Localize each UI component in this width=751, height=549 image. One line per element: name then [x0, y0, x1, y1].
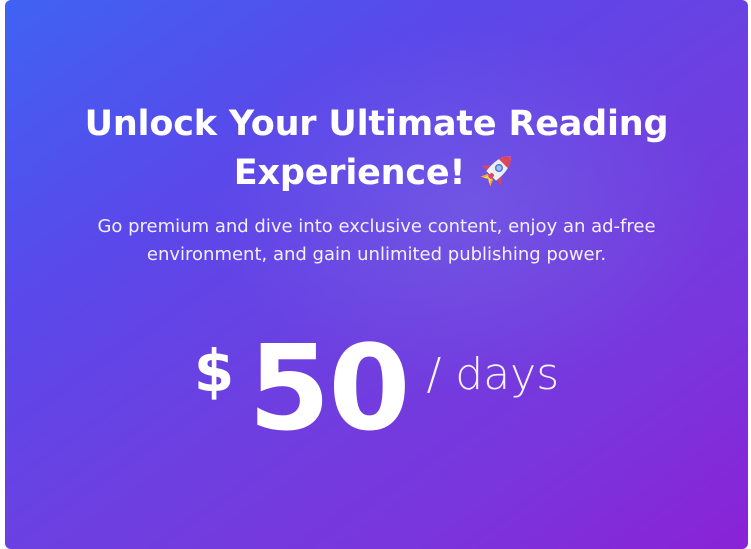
premium-offer-card: Unlock Your Ultimate Reading Experience! [5, 0, 748, 549]
price-display: $50 / days [5, 318, 748, 458]
price-period: / days [426, 349, 560, 400]
headline-line-2-text: Experience! [233, 153, 466, 193]
subtitle-line-1: Go premium and dive into exclusive conte… [97, 216, 656, 237]
subtitle: Go premium and dive into exclusive conte… [65, 213, 688, 269]
page-frame: Unlock Your Ultimate Reading Experience! [0, 0, 751, 549]
price-currency: $ [193, 337, 235, 405]
price-amount: 50 [248, 319, 410, 457]
headline-line-1: Unlock Your Ultimate Reading [84, 104, 669, 144]
rocket-icon [480, 156, 511, 187]
headline-line-2: Experience! [5, 148, 748, 197]
subtitle-line-2: environment, and gain unlimited publishi… [146, 244, 607, 265]
headline: Unlock Your Ultimate Reading Experience! [5, 100, 748, 197]
